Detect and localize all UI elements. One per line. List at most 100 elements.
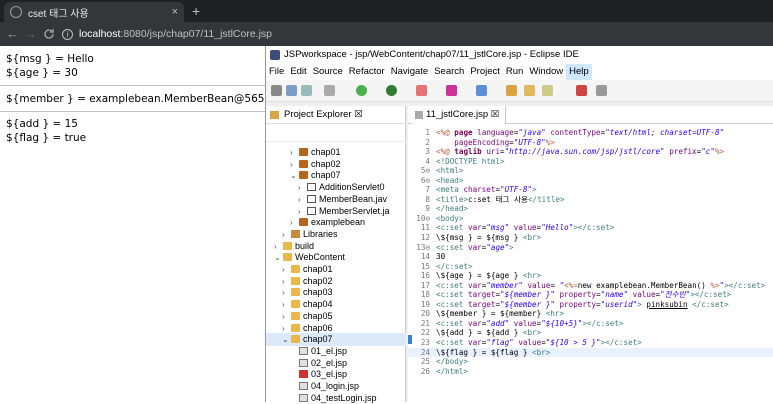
menu-navigate[interactable]: Navigate [388,64,432,80]
output-msg: ${msg } = Hello [6,53,94,65]
line-number: 3 [425,147,430,157]
tree-item-label: chap03 [303,287,333,298]
line-number: 12 [420,233,430,243]
eclipse-menu-bar: File Edit Source Refactor Navigate Search Proj… [266,64,773,80]
jsp-icon [299,393,308,402]
menu-edit[interactable]: Edit [287,64,309,80]
line-number: 15 [420,261,430,271]
forward-button[interactable]: → [24,24,37,44]
project-explorer-header[interactable]: Project Explorer ☒ [266,106,406,124]
line-number: 22 [420,328,430,338]
line-number: 7 [425,185,430,195]
save-all-icon[interactable] [301,85,312,96]
menu-source[interactable]: Source [310,64,346,80]
menu-help[interactable]: Help [566,64,592,80]
info-icon[interactable]: i [62,28,73,40]
menu-project[interactable]: Project [467,64,503,80]
perspective-icon[interactable] [596,85,607,96]
tree-item-label: Libraries [303,228,338,239]
java-icon [307,206,316,215]
fold-icon [291,300,300,309]
fold-icon [291,265,300,273]
reload-button[interactable] [43,24,55,46]
output-add: ${add } = 15 [6,118,78,130]
menu-file[interactable]: File [266,64,287,80]
external-tools-icon[interactable] [416,85,427,96]
eclipse-icon [270,50,280,60]
code-line: 2 pageEncoding="UTF-8"%> [408,138,773,148]
close-tab-icon[interactable]: × [172,6,178,18]
code-text: <c:set var="member" value= "<%=new examp… [436,280,766,290]
divider [0,85,265,86]
tree-item-label: 02_el.jsp [311,357,348,368]
browser-tab-title: cset 태그 사용 [28,8,89,20]
run-icon[interactable] [386,85,397,96]
tree-item-label: 01_el.jsp [311,345,348,356]
search-icon[interactable] [542,85,553,96]
jsp-icon [299,358,308,367]
menu-search[interactable]: Search [431,64,467,80]
code-text: </html> [436,366,469,376]
line-number: 21 [420,318,430,328]
menu-refactor[interactable]: Refactor [346,64,388,80]
open-folder-icon[interactable] [506,85,517,96]
line-number: 17 [420,280,430,290]
jsp-icon [299,346,308,355]
code-line: 12 \${msg } = ${msg } <br> [408,233,773,243]
new-tab-button[interactable]: + [192,2,200,20]
tree-item[interactable]: 02_el.jsp [266,357,406,369]
code-line: 10⊖ <body> [408,214,773,224]
tree-item-label: chap05 [303,310,333,321]
tree-item-label: chap01 [303,264,333,274]
tree-item[interactable]: 01_el.jsp [266,345,406,357]
fold-icon [291,311,300,320]
save-icon[interactable] [286,85,297,96]
code-line: 17 <c:set var="member" value= "<%=new exa… [408,281,773,291]
menu-run[interactable]: Run [503,64,526,80]
code-text: \${age } = ${age } <hr> [436,271,542,281]
code-line: 20 \${member } = ${member} <hr> [408,309,773,319]
open-type-icon[interactable] [524,85,535,96]
eclipse-toolbar [266,80,773,102]
fold-icon [291,276,300,285]
line-number: 16 [420,271,430,281]
address-bar[interactable]: i localhost:8080/jsp/chap07/11_jstlCore.… [62,25,762,43]
annotation-icon[interactable] [576,85,587,96]
tree-item-label: chap02 [311,158,341,169]
line-number: 5⊖ [420,166,430,176]
line-number: 1 [425,128,430,137]
new-package-icon[interactable] [476,85,487,96]
tree-item-label: chap01 [311,147,341,157]
code-text: </body> [436,357,469,367]
pkg-icon [299,159,308,168]
pkg-icon [299,171,308,180]
tree-item-label: chap04 [303,299,333,310]
debug-icon[interactable] [356,85,367,96]
line-number: 25 [420,357,430,367]
code-line: 24 \${flag } = ${flag } <br> [408,347,773,358]
reload-icon [44,29,54,39]
code-line: 9 </head> [408,204,773,214]
code-text: <body> [436,213,464,223]
code-text: \${add } = ${add } <br> [436,328,542,338]
tree-item-label: chap07 [311,170,341,181]
browser-tab[interactable]: cset 태그 사용 × [4,2,184,22]
back-button[interactable]: ← [6,24,19,44]
new-icon[interactable] [271,85,282,96]
line-number: 4 [425,156,430,166]
code-line: 3 <%@ taglib uri="http://java.sun.com/jsp… [408,147,773,157]
menu-window[interactable]: Window [526,64,566,80]
tree-item[interactable]: 03_el.jsp [266,368,406,380]
code-line: 23 <c:set var="flag" value="${10 > 5 }"><… [408,338,773,348]
editor-tab[interactable]: 11_jstlCore.jsp ☒ [412,106,507,124]
line-number: 23 [420,338,430,348]
line-number: 19 [420,299,430,309]
tree-item[interactable]: 04_login.jsp [266,380,406,392]
code-line: 19 <c:set target="${member }" property="u… [408,300,773,310]
code-text: <%@ taglib uri="http://java.sun.com/jsp/… [436,147,725,157]
code-editor[interactable]: 1 <%@ page language="java" contentType="t… [408,128,773,376]
debug-skip-icon[interactable] [324,85,335,96]
code-text: <head> [436,175,464,185]
line-number: 8 [425,194,430,204]
new-class-icon[interactable] [446,85,457,96]
